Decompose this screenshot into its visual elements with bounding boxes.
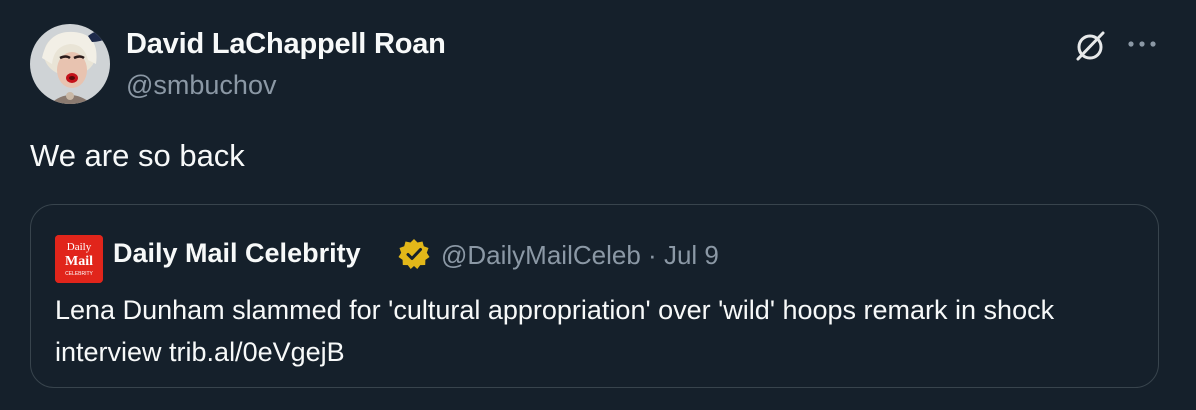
author-avatar[interactable] bbox=[30, 24, 110, 104]
verified-badge-icon bbox=[397, 237, 431, 271]
quoted-date[interactable]: Jul 9 bbox=[664, 240, 719, 270]
more-icon[interactable] bbox=[1124, 30, 1164, 60]
daily-mail-logo-line1: Daily bbox=[67, 241, 92, 253]
daily-mail-logo-line3: CELEBRITY bbox=[65, 271, 93, 277]
grok-icon[interactable] bbox=[1070, 26, 1110, 66]
quoted-display-name[interactable]: Daily Mail Celebrity bbox=[113, 238, 361, 269]
tweet-card: David LaChappell Roan @smbuchov We are s… bbox=[0, 0, 1196, 410]
quoted-avatar[interactable]: Daily Mail CELEBRITY bbox=[55, 235, 103, 283]
quoted-tweet-text: Lena Dunham slammed for 'cultural approp… bbox=[55, 295, 1055, 367]
author-handle[interactable]: @smbuchov bbox=[126, 70, 276, 101]
tweet-text: We are so back bbox=[30, 138, 245, 173]
daily-mail-logo-line2: Mail bbox=[65, 254, 93, 269]
meta-separator: · bbox=[648, 240, 657, 270]
quoted-meta: @DailyMailCeleb · Jul 9 bbox=[441, 240, 719, 271]
author-display-name[interactable]: David LaChappell Roan bbox=[126, 28, 446, 61]
quoted-tweet[interactable]: Daily Mail CELEBRITY Daily Mail Celebrit… bbox=[30, 204, 1159, 388]
quoted-handle[interactable]: @DailyMailCeleb bbox=[441, 240, 641, 270]
